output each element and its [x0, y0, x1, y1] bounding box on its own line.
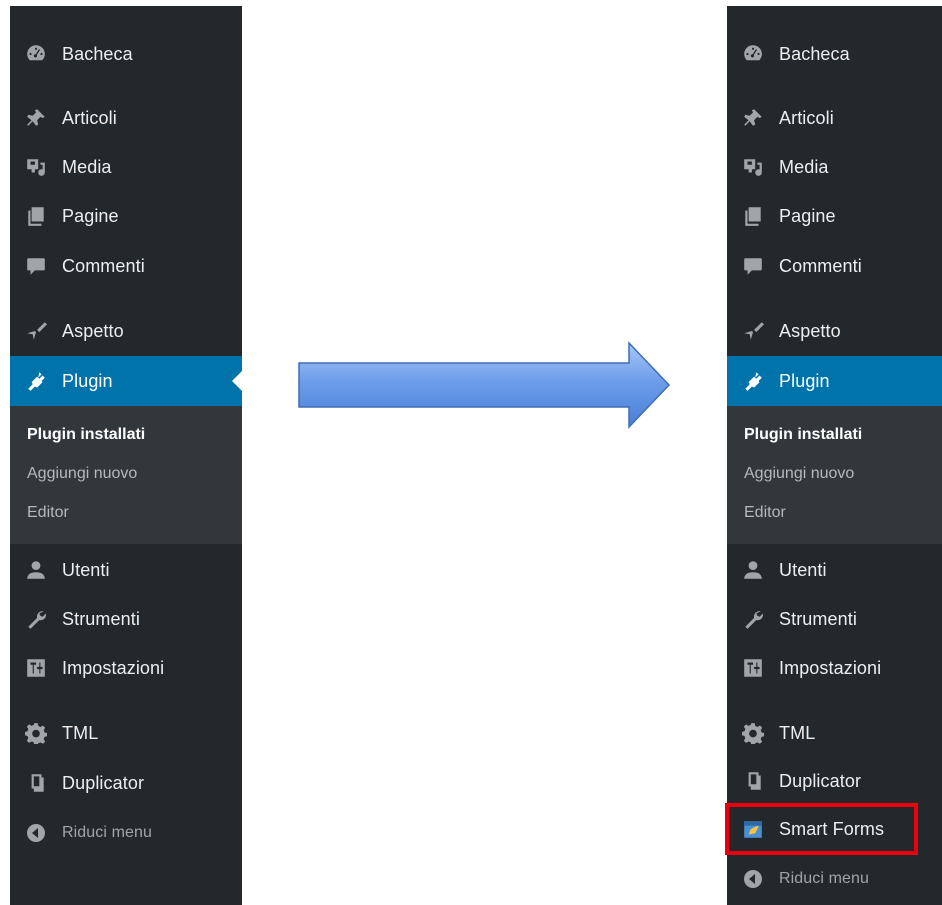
collapse-label: Riduci menu [779, 870, 870, 887]
menu-item-label: Impostazioni [779, 657, 882, 678]
media-icon [741, 155, 765, 179]
menu-item-label: TML [62, 722, 99, 743]
menu-item-label: Plugin [779, 370, 830, 391]
menu-item-bacheca[interactable]: Bacheca [10, 32, 242, 76]
menu-item-label: Bacheca [779, 43, 850, 64]
admin-menu-before: Bacheca Articoli Media Pagine Commenti A… [10, 6, 242, 905]
collapse-label: Riduci menu [62, 824, 153, 841]
wrench-icon [741, 607, 765, 631]
paintbrush-icon [741, 319, 765, 343]
submenu-aggiungi-nuovo[interactable]: Aggiungi nuovo [744, 465, 854, 483]
collapse-icon [741, 867, 765, 891]
menu-item-label: Impostazioni [62, 657, 165, 678]
menu-item-label: TML [779, 722, 816, 743]
menu-item-commenti[interactable]: Commenti [727, 244, 942, 288]
menu-item-label: Media [779, 156, 829, 177]
submenu-aggiungi-nuovo[interactable]: Aggiungi nuovo [27, 465, 137, 483]
menu-item-utenti[interactable]: Utenti [727, 548, 942, 592]
menu-item-aspetto[interactable]: Aspetto [727, 309, 942, 353]
menu-item-label: Duplicator [779, 770, 862, 791]
collapse-icon [24, 821, 48, 845]
menu-item-label: Aspetto [779, 320, 841, 341]
users-icon [741, 558, 765, 582]
pages-icon [741, 204, 765, 228]
menu-item-label: Utenti [62, 559, 110, 580]
menu-item-label: Plugin [62, 370, 113, 391]
menu-item-media[interactable]: Media [10, 145, 242, 189]
menu-item-tml[interactable]: TML [10, 711, 242, 755]
menu-item-articoli[interactable]: Articoli [10, 96, 242, 140]
menu-item-label: Strumenti [779, 608, 857, 629]
comment-icon [741, 254, 765, 278]
pin-icon [741, 106, 765, 130]
duplicator-icon [24, 771, 48, 795]
menu-item-label: Pagine [779, 205, 836, 226]
menu-item-label: Articoli [62, 107, 117, 128]
wrench-icon [24, 607, 48, 631]
dashboard-icon [24, 42, 48, 66]
users-icon [24, 558, 48, 582]
duplicator-icon [741, 769, 765, 793]
menu-item-label: Duplicator [62, 772, 145, 793]
settings-icon [741, 656, 765, 680]
pin-icon [24, 106, 48, 130]
plugin-submenu: Plugin installati Aggiungi nuovo Editor [10, 406, 242, 544]
menu-item-strumenti[interactable]: Strumenti [727, 597, 942, 641]
transition-arrow [298, 341, 671, 429]
gear-icon [24, 721, 48, 745]
menu-item-tml[interactable]: TML [727, 711, 942, 755]
menu-item-label: Commenti [779, 255, 862, 276]
menu-item-impostazioni[interactable]: Impostazioni [727, 646, 942, 690]
paintbrush-icon [24, 319, 48, 343]
dashboard-icon [741, 42, 765, 66]
menu-item-smart-forms[interactable]: Smart Forms [725, 803, 942, 855]
menu-item-media[interactable]: Media [727, 145, 942, 189]
submenu-editor[interactable]: Editor [744, 504, 786, 522]
plugin-icon [24, 369, 48, 393]
menu-item-pagine[interactable]: Pagine [727, 194, 942, 238]
menu-item-label: Smart Forms [779, 818, 885, 839]
pages-icon [24, 204, 48, 228]
submenu-editor[interactable]: Editor [27, 504, 69, 522]
menu-item-plugin[interactable]: Plugin [10, 356, 242, 406]
menu-item-utenti[interactable]: Utenti [10, 548, 242, 592]
menu-item-duplicator[interactable]: Duplicator [10, 761, 242, 805]
smart-forms-icon [741, 817, 765, 841]
menu-item-bacheca[interactable]: Bacheca [727, 32, 942, 76]
menu-item-label: Bacheca [62, 43, 133, 64]
plugin-icon [741, 369, 765, 393]
menu-item-pagine[interactable]: Pagine [10, 194, 242, 238]
admin-menu-after: Bacheca Articoli Media Pagine Commenti A… [725, 6, 942, 905]
menu-item-label: Aspetto [62, 320, 124, 341]
menu-item-label: Utenti [779, 559, 827, 580]
media-icon [24, 155, 48, 179]
menu-item-label: Strumenti [62, 608, 140, 629]
menu-item-aspetto[interactable]: Aspetto [10, 309, 242, 353]
menu-item-label: Pagine [62, 205, 119, 226]
plugin-submenu: Plugin installati Aggiungi nuovo Editor [727, 406, 942, 544]
collapse-menu-button[interactable]: Riduci menu [10, 811, 242, 855]
menu-item-label: Articoli [779, 107, 834, 128]
menu-item-articoli[interactable]: Articoli [727, 96, 942, 140]
current-pointer [232, 371, 242, 391]
comment-icon [24, 254, 48, 278]
menu-item-duplicator[interactable]: Duplicator [727, 759, 942, 803]
menu-item-label: Commenti [62, 255, 145, 276]
menu-item-commenti[interactable]: Commenti [10, 244, 242, 288]
menu-item-label: Media [62, 156, 112, 177]
menu-item-plugin[interactable]: Plugin [727, 356, 942, 406]
menu-item-impostazioni[interactable]: Impostazioni [10, 646, 242, 690]
submenu-plugin-installati[interactable]: Plugin installati [27, 426, 145, 444]
menu-item-strumenti[interactable]: Strumenti [10, 597, 242, 641]
settings-icon [24, 656, 48, 680]
collapse-menu-button[interactable]: Riduci menu [727, 857, 942, 901]
submenu-plugin-installati[interactable]: Plugin installati [744, 426, 862, 444]
gear-icon [741, 721, 765, 745]
